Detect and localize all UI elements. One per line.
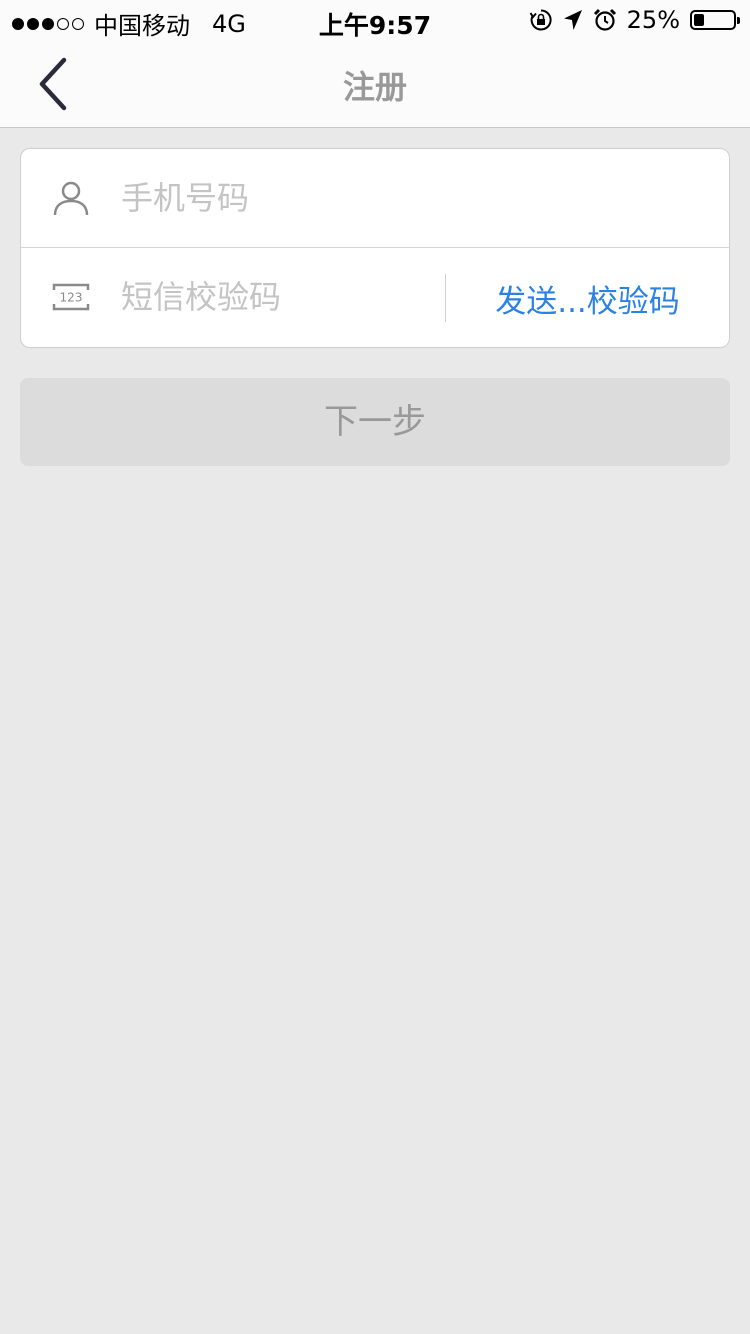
carrier-name: 中国移动 — [94, 12, 190, 40]
registration-form: 123 发送...校验码 — [20, 148, 730, 348]
battery-icon — [690, 10, 740, 30]
send-code-button[interactable]: 发送...校验码 — [446, 276, 729, 321]
chevron-left-icon — [39, 57, 67, 111]
signal-dot — [72, 17, 84, 30]
back-button[interactable] — [28, 52, 88, 116]
signal-dot — [27, 17, 39, 30]
phone-input[interactable] — [121, 173, 701, 223]
signal-dot — [57, 17, 69, 30]
phone-row — [21, 149, 729, 248]
status-bar: 中国移动 4G 上午9:57 25% — [0, 0, 750, 40]
network-type: 4G — [212, 9, 246, 38]
status-right: 25% — [529, 6, 740, 34]
alarm-icon — [593, 8, 616, 31]
keypad-icon-text: 123 — [60, 291, 83, 305]
navigation-bar: 注册 — [0, 40, 750, 128]
sms-code-row: 123 发送...校验码 — [21, 248, 729, 347]
location-arrow-icon — [563, 10, 582, 30]
next-step-button[interactable]: 下一步 — [20, 378, 730, 466]
signal-dot — [42, 17, 54, 30]
rotation-lock-icon — [529, 9, 552, 31]
signal-dot — [12, 17, 24, 30]
user-icon — [53, 181, 89, 216]
battery-fill — [694, 14, 704, 26]
battery-percent: 25% — [626, 6, 680, 34]
page-title: 注册 — [342, 68, 407, 106]
keypad-123-icon: 123 — [52, 283, 90, 311]
sms-code-input[interactable] — [121, 272, 431, 322]
status-left: 中国移动 4G — [12, 6, 246, 41]
signal-strength-icon — [12, 17, 84, 30]
